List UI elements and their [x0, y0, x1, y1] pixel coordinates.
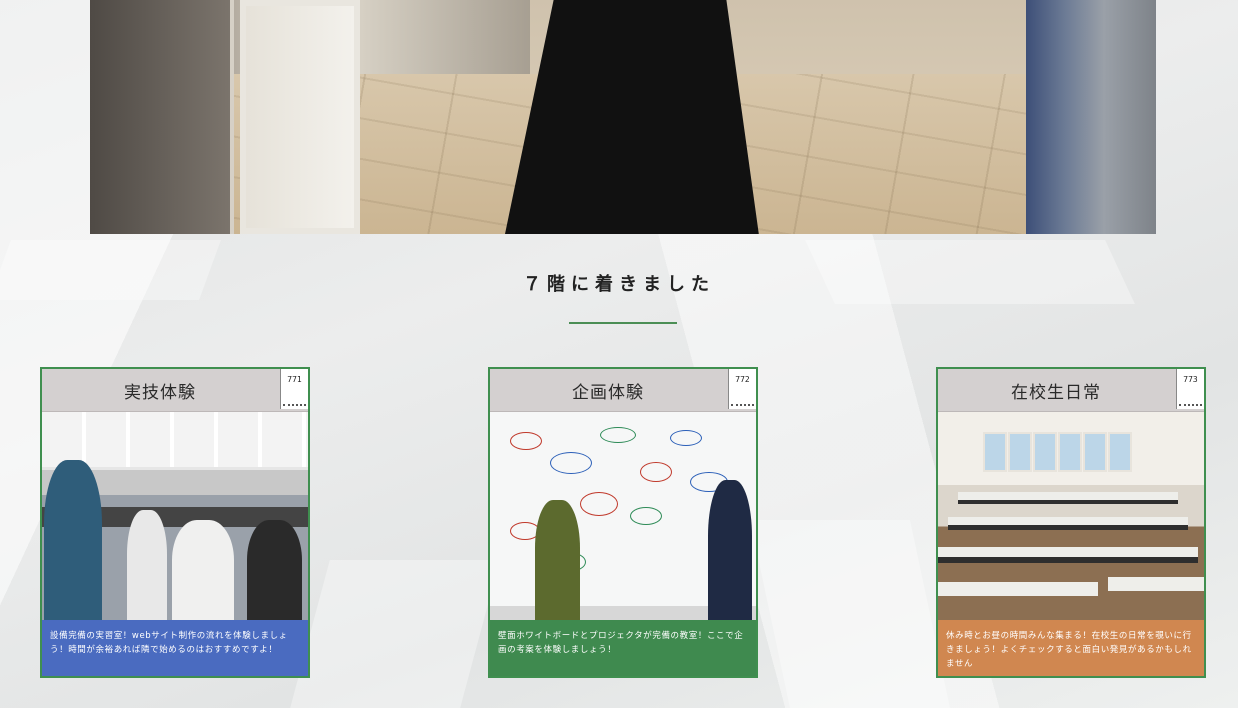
card-planning[interactable]: 企画体験 772 壁面ホワイトボードとプロジェクタが完備の教室！ここで企画の考案…: [488, 367, 758, 678]
room-number: 772: [735, 375, 750, 384]
card-header: 在校生日常 773: [938, 369, 1204, 412]
room-number: 773: [1183, 375, 1198, 384]
card-title: 実技体験: [124, 383, 196, 403]
room-number: 771: [287, 375, 302, 384]
hero-photo: [90, 0, 1156, 234]
card-title: 企画体験: [572, 383, 644, 403]
card-header: 実技体験 771: [42, 369, 308, 412]
card-photo: [42, 412, 308, 620]
card-title: 在校生日常: [1011, 383, 1101, 403]
hero-glass-door: [240, 0, 360, 234]
card-student-life[interactable]: 在校生日常 773 休み時とお昼の時間みんな集まる！在校生の日常を覗いに行きまし…: [936, 367, 1206, 678]
card-practical[interactable]: 実技体験 771 設備完備の実習室！webサイト制作の流れを体験しましょう！時間…: [40, 367, 310, 678]
card-header: 企画体験 772: [490, 369, 756, 412]
card-description: 設備完備の実習室！webサイト制作の流れを体験しましょう！時間が余裕あれば隣で始…: [42, 620, 308, 676]
card-photo: [938, 412, 1204, 620]
hero-cabinet: [1026, 0, 1156, 234]
section-title: ７階に着きました: [523, 274, 715, 295]
card-photo: [490, 412, 756, 620]
room-sign: 771: [280, 369, 308, 409]
card-description: 壁面ホワイトボードとプロジェクタが完備の教室！ここで企画の考案を体験しましょう！: [490, 620, 756, 676]
room-sign: 772: [728, 369, 756, 409]
hero-door: [90, 0, 234, 234]
title-underline: [569, 322, 677, 324]
room-sign: 773: [1176, 369, 1204, 409]
card-description: 休み時とお昼の時間みんな集まる！在校生の日常を覗いに行きましょう！よくチェックす…: [938, 620, 1204, 676]
hero-person: [505, 0, 759, 234]
